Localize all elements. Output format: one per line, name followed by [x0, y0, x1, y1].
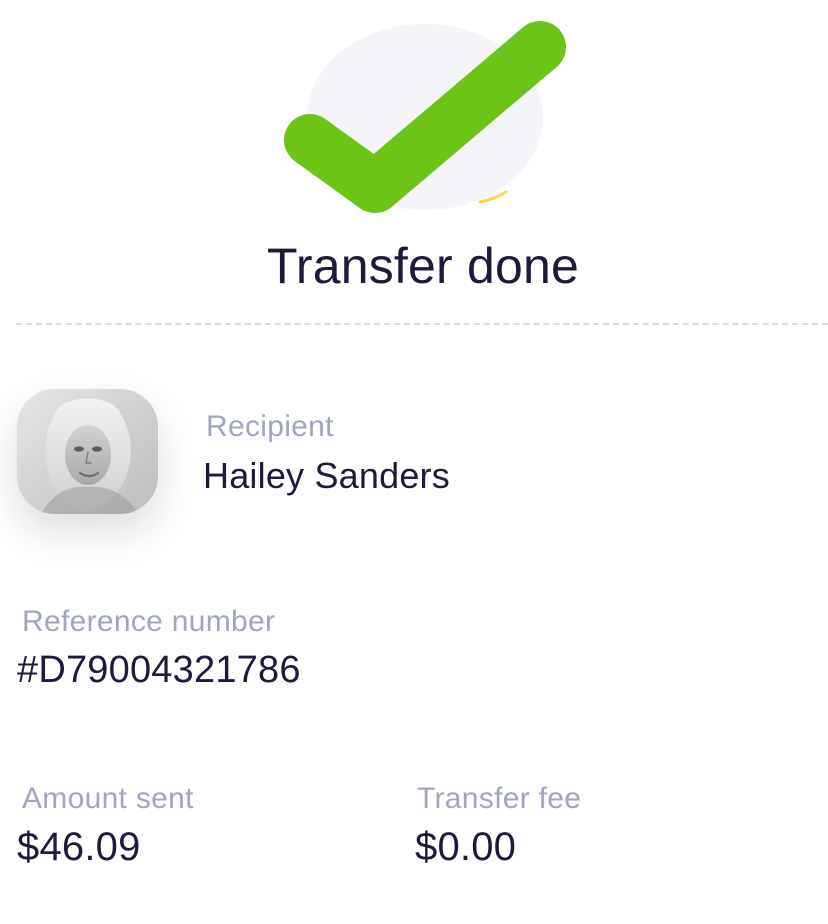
transfer-fee-value: $0.00	[415, 825, 517, 869]
reference-number-value: #D79004321786	[17, 649, 301, 691]
page-title: Transfer done	[266, 238, 580, 294]
reference-number-label: Reference number	[22, 605, 276, 638]
success-illustration	[270, 12, 570, 222]
amount-sent-label: Amount sent	[22, 782, 194, 815]
check-icon	[284, 21, 566, 213]
recipient-label: Recipient	[206, 410, 334, 443]
recipient-name: Hailey Sanders	[203, 455, 450, 496]
recipient-avatar	[17, 389, 158, 514]
transfer-fee-label: Transfer fee	[417, 782, 582, 815]
divider	[16, 323, 828, 325]
amount-sent-value: $46.09	[17, 825, 141, 869]
avatar-photo-icon	[17, 389, 158, 514]
